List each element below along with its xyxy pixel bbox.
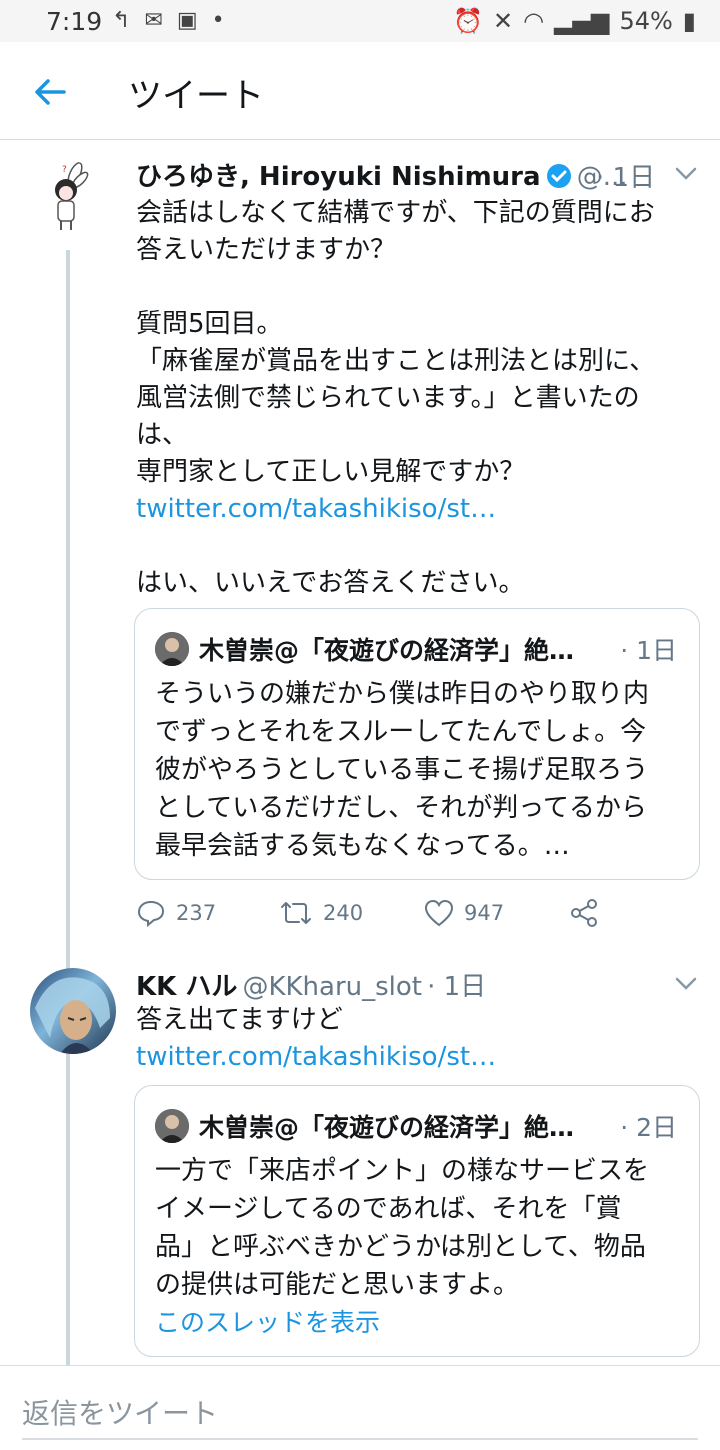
show-thread-link[interactable]: このスレッドを表示 [155,1304,649,1342]
chevron-down-icon[interactable] [674,976,698,992]
quoted-tweet-body: そういうの嫌だから僕は昨日のやり取り内 でずっとそれをスルーしてたんでしょ。今 … [155,675,649,865]
quoted-avatar [155,632,189,666]
chevron-down-icon[interactable] [674,166,698,182]
person-icon [155,1109,189,1143]
reply-composer: 返信をツイート [0,1365,720,1450]
tweet-line: 答えいただけますか？ [136,235,397,265]
author-handle[interactable]: @KKharu_slot [242,972,422,1002]
quoted-tweet-header: 木曽崇@「夜遊びの経済学」絶… [155,631,574,667]
reply-action[interactable]: 237 [136,898,279,928]
quoted-tweet[interactable]: 木曽崇@「夜遊びの経済学」絶… · 2日 一方で「来店ポイント」の様なサービスを… [134,1085,700,1357]
retweet-icon [281,902,311,924]
tweet-line: 会話はしなくて結構ですが、下記の質問にお [136,198,655,228]
app-header: ツイート [0,42,720,140]
avatar-illustration-icon [35,977,110,1054]
quoted-line: イメージしてるのであれば、それを「賞 [155,1194,622,1224]
reply-input[interactable]: 返信をツイート [22,1392,218,1432]
quoted-tweet-body: 一方で「来店ポイント」の様なサービスを イメージしてるのであれば、それを「賞 品… [155,1152,649,1342]
avatar-illustration-icon: ? [55,162,89,230]
mail-icon: ✉ [144,8,163,33]
avatar[interactable] [30,968,116,1054]
wifi-icon: ◠ [523,7,545,35]
tweet-link[interactable]: twitter.com/takashikiso/st… [136,491,706,528]
quoted-author-name: 木曽崇@「夜遊びの経済学」絶… [199,1113,575,1142]
tweet-line: 質問5回目。 [136,309,283,339]
quoted-tweet-time: · 1日 [620,636,677,665]
quoted-line: の提供は可能だと思いますよ。 [155,1270,520,1300]
share-action[interactable] [569,898,599,928]
tweet-body: 答え出てますけど twitter.com/takashikiso/st… [136,1002,706,1076]
tweet-actions: 237 240 947 [136,898,599,928]
quoted-line: 一方で「来店ポイント」の様なサービスを [155,1156,650,1186]
alarm-icon: ⏰ [453,7,483,35]
system-icons: ⏰ ✕ ◠ ▂▄▆ 54% ▮ [453,7,696,35]
avatar[interactable]: ? [30,160,104,234]
signal-icon: ▂▄▆ [554,7,610,35]
tweet-line: は、 [136,420,189,450]
retweet-action[interactable]: 240 [279,899,424,927]
reply-count: 237 [176,901,217,925]
verified-badge-icon [546,164,571,188]
tweet-line [136,269,706,306]
status-time: 7:19 [46,7,103,36]
share-icon [571,899,597,927]
like-icon [424,899,454,927]
reply-input-underline [22,1438,698,1440]
retweet-count: 240 [323,901,364,925]
dot-icon: • [211,8,225,33]
quoted-tweet-header: 木曽崇@「夜遊びの経済学」絶… [155,1108,574,1144]
quoted-line: でずっとそれをスルーしてたんでしょ。今 [155,717,647,747]
quoted-line: そういうの嫌だから僕は昨日のやり取り内 [155,679,650,709]
battery-icon: ▮ [682,7,696,35]
author-name[interactable]: ひろゆき, Hiroyuki Nishimura [136,162,541,192]
quoted-line: 彼がやろうとしている事こそ揚げ足取ろう [155,755,649,785]
like-action[interactable]: 947 [424,899,569,927]
like-count: 947 [464,901,505,925]
quoted-tweet-time: · 2日 [620,1113,677,1142]
tweet-body: 会話はしなくて結構ですが、下記の質問にお 答えいただけますか？ 質問5回目。 「… [136,195,706,602]
notification-icons: ↰ ✉ ▣ • [112,8,225,33]
quoted-tweet[interactable]: 木曽崇@「夜遊びの経済学」絶… · 1日 そういうの嫌だから僕は昨日のやり取り内… [134,608,700,880]
quoted-author-name: 木曽崇@「夜遊びの経済学」絶… [199,636,575,665]
thread-connector-line [66,250,70,1365]
tweet-header: KK ハル @KKharu_slot · 1日 [136,966,486,1003]
status-bar: 7:19 ↰ ✉ ▣ • ⏰ ✕ ◠ ▂▄▆ 54% ▮ [0,0,720,42]
page-title: ツイート [128,76,264,116]
tweet-line: はい、いいえでお答えください。 [136,568,525,598]
quoted-avatar [155,1109,189,1143]
person-icon [155,632,189,666]
tweet-link[interactable]: twitter.com/takashikiso/st… [136,1039,706,1076]
tweet-time: · 1日 [427,972,487,1002]
quoted-line: 最早会話する気もなくなってる。… [155,831,570,861]
tweet-line: 風営法側で禁じられています。」と書いたの [136,383,640,413]
mute-icon: ✕ [493,7,514,35]
image-icon: ▣ [176,8,198,33]
tweet-time: · 1日 [596,163,656,193]
battery-percent: 54% [619,7,673,35]
quoted-line: 品」と呼ぶべきかどうかは別として、物品 [155,1232,646,1262]
quoted-line: としているだけだし、それが判ってるから [155,793,647,823]
author-name[interactable]: KK ハル [136,972,237,1002]
reply-notification-icon: ↰ [112,8,131,33]
tweet-line: 「麻雀屋が賞品を出すことは刑法とは別に、 [136,346,656,376]
tweet-line: 専門家として正しい見解ですか？ [136,457,526,487]
svg-text:?: ? [62,165,67,175]
reply-icon [137,900,165,928]
tweet-line: 答え出てますけど [136,1005,343,1035]
back-arrow-icon[interactable] [30,72,70,112]
